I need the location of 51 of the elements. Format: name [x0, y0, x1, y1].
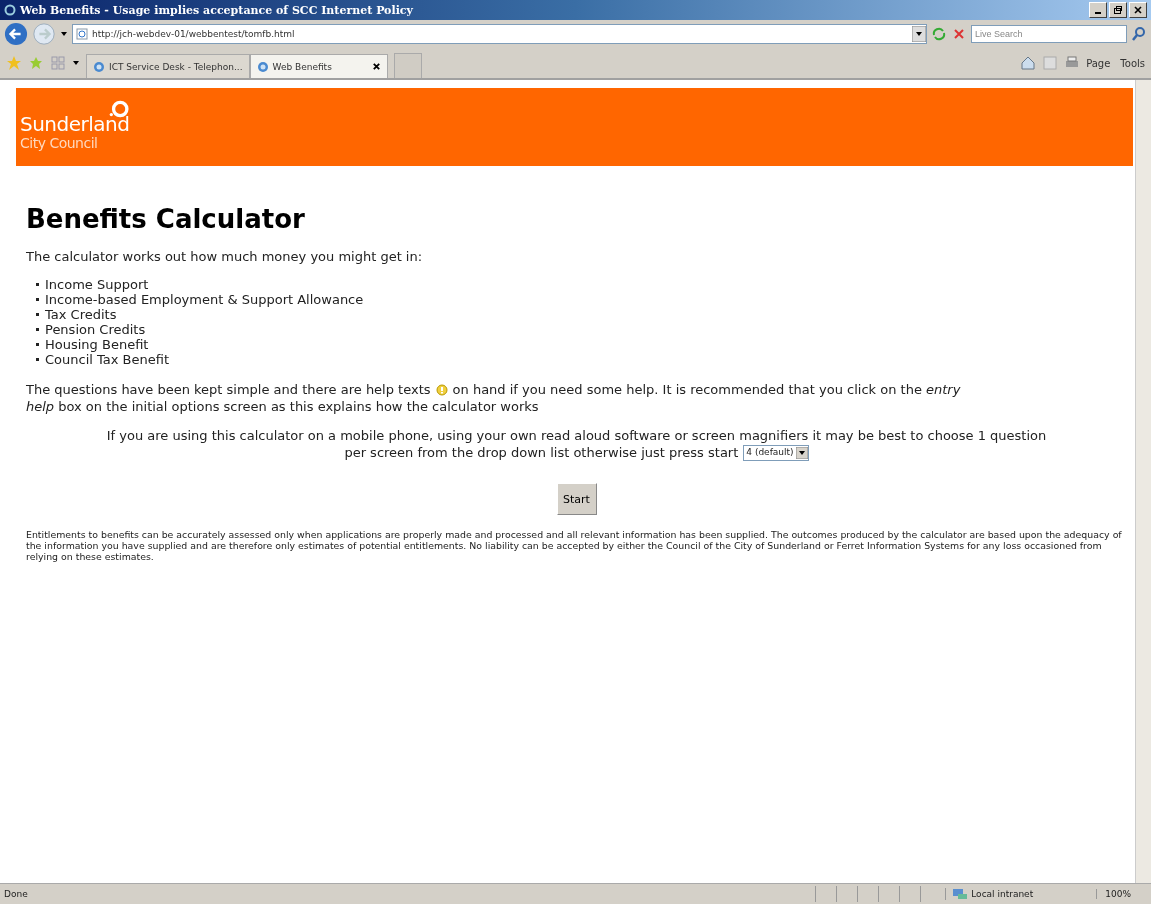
benefit-item: Tax Credits	[36, 307, 117, 322]
restore-button[interactable]	[1109, 2, 1127, 18]
restore-icon	[1113, 5, 1123, 15]
help-text: on hand if you need some help. It is recommended that you click on the entry	[452, 381, 961, 398]
zoom-button[interactable]: 100%	[1096, 889, 1147, 899]
search-field[interactable]: Live Search	[971, 25, 1127, 43]
browser-logo-icon	[4, 4, 16, 16]
close-button[interactable]	[1129, 2, 1147, 18]
close-icon	[1133, 5, 1143, 15]
questions-dropdown[interactable]: 4 (default)	[743, 444, 809, 461]
status-text: Done	[4, 889, 28, 899]
mobile-text: per screen from the drop down list otherwise just press start	[344, 444, 739, 461]
refresh-icon[interactable]	[931, 26, 947, 42]
help-icon	[435, 383, 448, 396]
page-icon	[256, 60, 269, 73]
dropdown-arrow-icon[interactable]	[795, 446, 808, 459]
benefit-item: Housing Benefit	[36, 337, 149, 352]
caret-icon[interactable]	[72, 59, 80, 67]
caret-icon[interactable]	[60, 30, 68, 38]
benefit-item: Pension Credits	[36, 322, 146, 337]
window-title: Web Benefits - Usage implies acceptance of SCC Internet Policy	[20, 3, 413, 17]
star-icon[interactable]	[6, 55, 22, 71]
page-icon	[93, 60, 105, 73]
dropdown-arrow-icon[interactable]	[912, 26, 926, 42]
browser-tab[interactable]: ICT Service Desk - Telephon...	[86, 54, 250, 78]
minimize-button[interactable]	[1089, 2, 1107, 18]
logo-text: Sunderland	[20, 113, 130, 135]
browser-tab[interactable]: Web Benefits	[249, 54, 388, 78]
mobile-text: If you are using this calculator on a mobile phone, using your own read aloud software or screen magnifiers it may be best to choose 1 question	[106, 427, 1047, 444]
page-heading: Benefits Calculator	[26, 204, 306, 234]
scrollbar[interactable]	[1135, 80, 1151, 883]
benefit-item: Council Tax Benefit	[36, 352, 170, 367]
help-text: The questions have been kept simple and there are help texts	[26, 381, 431, 398]
address-field[interactable]: http://jch-webdev-01/webbentest/tomfb.html	[72, 24, 927, 44]
benefit-item: Income Support	[36, 277, 149, 292]
help-text: help box on the initial options screen as this explains how the calculator works	[26, 398, 539, 415]
menu-button[interactable]: Page	[1086, 57, 1111, 69]
home-icon[interactable]	[1020, 55, 1037, 71]
back-button[interactable]	[4, 22, 28, 46]
menu-button[interactable]: Tools	[1120, 57, 1145, 69]
network-icon	[952, 888, 969, 900]
logo-subtitle: City Council	[20, 135, 99, 151]
close-icon[interactable]	[371, 62, 381, 71]
disclaimer-text: Entitlements to benefits can be accurately assessed only when applications are properly made and processed and all relevant information has been supplied. The outcomes produced by the calculator are based upon the adequacy of the information you have supplied and are therefore only estimates of potential entitlements. No liability can be accepted by either the Council of the City of Sunderland or Ferret Information Systems for any loss occasioned from relying on these estimates.	[26, 529, 1123, 562]
page-icon	[76, 28, 88, 40]
search-icon[interactable]	[1131, 26, 1147, 42]
intro-text: The calculator works out how much money you might get in:	[26, 248, 424, 265]
minimize-icon	[1095, 12, 1101, 14]
start-button[interactable]: Start	[556, 483, 597, 515]
benefit-item: Income-based Employment & Support Allowance	[36, 292, 364, 307]
security-zone: Local intranet	[971, 889, 1034, 899]
